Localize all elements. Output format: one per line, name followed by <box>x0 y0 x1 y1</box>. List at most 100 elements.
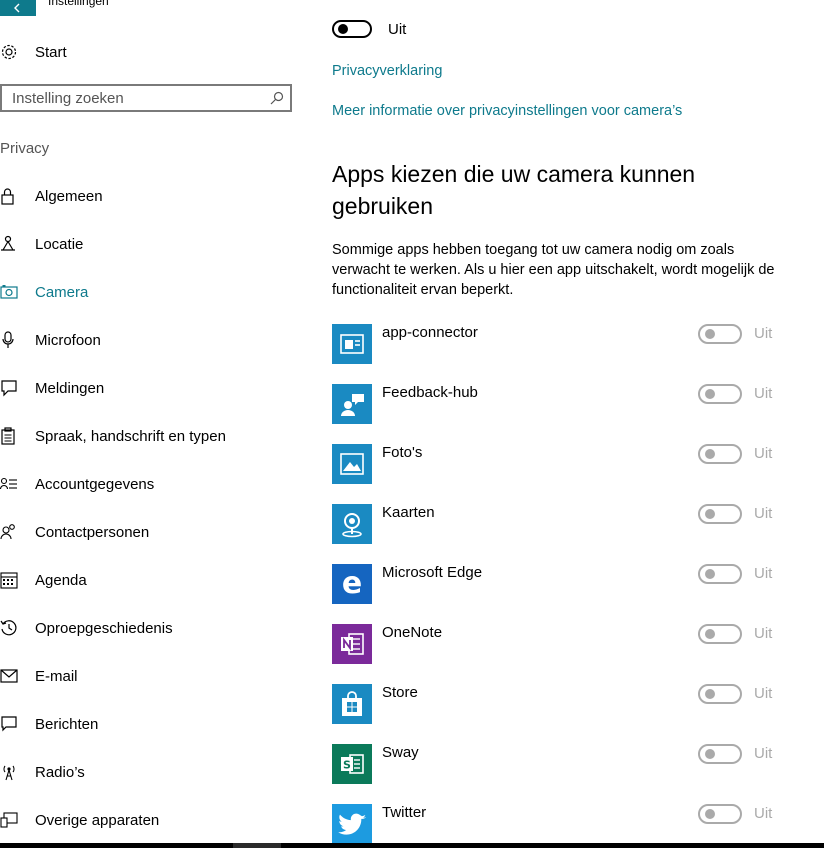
app-toggle[interactable] <box>698 684 742 704</box>
photos-icon <box>332 444 372 484</box>
app-toggle[interactable] <box>698 504 742 524</box>
lock-icon <box>0 184 24 208</box>
app-toggle-state: Uit <box>754 565 773 582</box>
section-label-privacy: Privacy <box>0 140 50 157</box>
back-arrow-icon <box>14 3 20 13</box>
sidebar-item-label: Meldingen <box>35 379 105 397</box>
app-row: e Microsoft Edge Uit <box>332 564 782 606</box>
app-toggle-state: Uit <box>754 505 773 522</box>
sidebar-item-label: Radio’s <box>35 763 85 781</box>
sidebar-item-berichten[interactable]: Berichten <box>0 704 98 744</box>
section-description: Sommige apps hebben toegang tot uw camer… <box>332 242 775 298</box>
microphone-icon <box>0 328 24 352</box>
app-toggle-state: Uit <box>754 385 773 402</box>
search-input[interactable] <box>2 89 264 107</box>
sidebar-item-camera[interactable]: Camera <box>0 272 88 312</box>
app-toggle-state: Uit <box>754 685 773 702</box>
store-icon <box>332 684 372 724</box>
message-icon <box>0 712 24 736</box>
app-name: Sway <box>382 744 419 761</box>
sidebar-item-label: Camera <box>35 283 89 301</box>
contacts-icon <box>0 520 24 544</box>
app-name: Foto's <box>382 444 423 461</box>
app-name: Feedback-hub <box>382 384 478 401</box>
sidebar-item-overige-apparaten[interactable]: Overige apparaten <box>0 800 159 840</box>
sidebar-item-agenda[interactable]: Agenda <box>0 560 87 600</box>
privacy-statement-link[interactable]: Privacyverklaring <box>332 63 442 79</box>
app-toggle[interactable] <box>698 564 742 584</box>
app-name: Twitter <box>382 804 427 821</box>
search-icon[interactable] <box>264 91 290 105</box>
sidebar-item-meldingen[interactable]: Meldingen <box>0 368 104 408</box>
edge-icon: e <box>332 564 372 604</box>
app-row: Feedback-hub Uit <box>332 384 782 426</box>
taskbar-segment <box>233 843 281 848</box>
location-icon <box>0 232 24 256</box>
onenote-icon <box>332 624 372 664</box>
sidebar-item-oproepgeschiedenis[interactable]: Oproepgeschiedenis <box>0 608 173 648</box>
app-row: Store Uit <box>332 684 782 726</box>
sidebar-item-email[interactable]: E-mail <box>0 656 78 696</box>
sidebar-item-label: Overige apparaten <box>35 811 160 829</box>
app-toggle[interactable] <box>698 804 742 824</box>
app-toggle-state: Uit <box>754 325 773 342</box>
clipboard-icon <box>0 424 24 448</box>
app-toggle[interactable] <box>698 624 742 644</box>
back-button[interactable] <box>0 0 36 16</box>
nav-home-label: Start <box>35 43 67 61</box>
calendar-icon <box>0 568 24 592</box>
app-toggle[interactable] <box>698 744 742 764</box>
app-name: Microsoft Edge <box>382 564 483 581</box>
gear-icon <box>0 40 24 64</box>
sidebar-item-accountgegevens[interactable]: Accountgegevens <box>0 464 154 504</box>
sidebar-item-algemeen[interactable]: Algemeen <box>0 176 103 216</box>
sidebar-item-label: Algemeen <box>35 187 103 205</box>
app-toggle-state: Uit <box>754 745 773 762</box>
app-row: Twitter Uit <box>332 804 782 846</box>
app-row: app-connector Uit <box>332 324 782 366</box>
app-row: S Sway Uit <box>332 744 782 786</box>
camera-access-toggle-row: Uit <box>332 20 406 38</box>
sidebar-item-label: Agenda <box>35 571 87 589</box>
app-toggle[interactable] <box>698 384 742 404</box>
sidebar-item-label: Berichten <box>35 715 99 733</box>
history-icon <box>0 616 24 640</box>
svg-text:S: S <box>343 759 351 772</box>
search-box[interactable] <box>0 84 292 112</box>
sidebar-item-label: Microfoon <box>35 331 101 349</box>
sidebar-item-spraak[interactable]: Spraak, handschrift en typen <box>0 416 226 456</box>
sidebar-item-label: Oproepgeschiedenis <box>35 619 173 637</box>
taskbar <box>0 843 824 848</box>
app-name: app-connector <box>382 324 478 341</box>
notification-icon <box>0 376 24 400</box>
sidebar-item-radios[interactable]: Radio’s <box>0 752 85 792</box>
app-name: Store <box>382 684 418 701</box>
mail-icon <box>0 664 24 688</box>
app-toggle[interactable] <box>698 444 742 464</box>
camera-icon <box>0 280 24 304</box>
account-info-icon <box>0 472 24 496</box>
sidebar-item-microfoon[interactable]: Microfoon <box>0 320 101 360</box>
nav-home[interactable]: Start <box>0 32 67 72</box>
twitter-icon <box>332 804 372 844</box>
sidebar-item-label: E-mail <box>35 667 78 685</box>
radio-icon <box>0 760 24 784</box>
sidebar-item-label: Locatie <box>35 235 84 253</box>
app-row: Foto's Uit <box>332 444 782 486</box>
sidebar-item-label: Contactpersonen <box>35 523 150 541</box>
camera-access-toggle-state: Uit <box>388 20 407 38</box>
app-toggle-state: Uit <box>754 805 773 822</box>
devices-icon <box>0 808 24 832</box>
app-name: OneNote <box>382 624 443 641</box>
sidebar-item-contactpersonen[interactable]: Contactpersonen <box>0 512 149 552</box>
sway-icon: S <box>332 744 372 784</box>
sidebar-item-locatie[interactable]: Locatie <box>0 224 83 264</box>
app-toggle[interactable] <box>698 324 742 344</box>
app-toggle-state: Uit <box>754 445 773 462</box>
sidebar-item-label: Spraak, handschrift en typen <box>35 427 226 445</box>
sidebar-item-label: Accountgegevens <box>35 475 155 493</box>
app-toggle-state: Uit <box>754 625 773 642</box>
app-row: Kaarten Uit <box>332 504 782 546</box>
more-info-link[interactable]: Meer informatie over privacyinstellingen… <box>332 103 682 119</box>
camera-access-toggle[interactable] <box>332 20 372 38</box>
